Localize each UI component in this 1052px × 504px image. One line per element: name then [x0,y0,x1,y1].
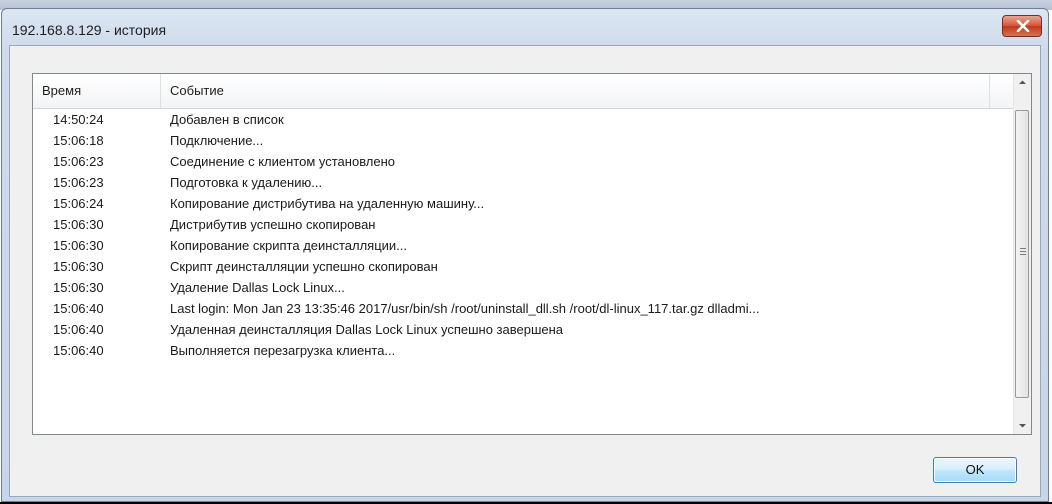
table-row[interactable]: 15:06:24 Копирование дистрибутива на удал… [33,193,1017,214]
row-time: 15:06:30 [53,259,104,274]
row-event: Добавлен в список [170,112,284,127]
arrow-down-icon [1019,424,1026,428]
row-time: 15:06:40 [53,301,104,316]
table-row[interactable]: 15:06:40 Выполняется перезагрузка клиента… [33,340,1017,361]
row-event: Выполняется перезагрузка клиента... [170,343,396,358]
table-row[interactable]: 15:06:18 Подключение... [33,130,1017,151]
window-title: 192.168.8.129 - история [12,22,167,38]
row-event: Скрипт деинсталляции успешно скопирован [170,259,438,274]
row-time: 15:06:24 [53,196,104,211]
history-dialog: 192.168.8.129 - история Время Событие 14… [1,8,1049,502]
row-time: 15:06:30 [53,217,104,232]
row-event: Копирование дистрибутива на удаленную ма… [170,196,485,211]
thumb-grip-line [1020,251,1026,252]
table-row[interactable]: 15:06:30 Дистрибутив успешно скопирован [33,214,1017,235]
arrow-up-icon [1019,80,1026,84]
list-header: Время Событие [33,74,1017,109]
close-icon [1016,20,1030,32]
scroll-up-button[interactable] [1014,74,1031,91]
vertical-scrollbar[interactable] [1013,74,1031,434]
table-row[interactable]: 15:06:30 Удаление Dallas Lock Linux... [33,277,1017,298]
thumb-grip-line [1020,254,1026,255]
table-row[interactable]: 15:06:40 Удаленная деинсталляция Dallas L… [33,319,1017,340]
row-time: 15:06:23 [53,175,104,190]
close-button[interactable] [1002,15,1042,37]
table-row[interactable]: 15:06:23 Соединение с клиентом установлен… [33,151,1017,172]
row-event: Подготовка к удалению... [170,175,323,190]
thumb-grip-line [1020,248,1026,249]
row-event: Last login: Mon Jan 23 13:35:46 2017/usr… [170,301,760,316]
ok-button[interactable]: OK [933,457,1017,483]
row-event: Дистрибутив успешно скопирован [170,217,376,232]
row-event: Подключение... [170,133,264,148]
history-list[interactable]: Время Событие 14:50:24 Добавлен в список 1… [32,73,1032,435]
column-header-time[interactable]: Время [33,74,161,108]
table-row[interactable]: 15:06:40 Last login: Mon Jan 23 13:35:46 … [33,298,1017,319]
title-bar[interactable]: 192.168.8.129 - история [2,9,1048,47]
row-time: 15:06:40 [53,343,104,358]
table-row[interactable]: 15:06:30 Копирование скрипта деинсталляци… [33,235,1017,256]
row-time: 15:06:40 [53,322,104,337]
list-rows: 14:50:24 Добавлен в список 15:06:18 Подключ… [33,109,1017,361]
row-time: 15:06:23 [53,154,104,169]
row-time: 14:50:24 [53,112,104,127]
row-time: 15:06:30 [53,280,104,295]
row-event: Копирование скрипта деинсталляции... [170,238,408,253]
row-event: Соединение с клиентом установлено [170,154,396,169]
table-row[interactable]: 14:50:24 Добавлен в список [33,109,1017,130]
table-row[interactable]: 15:06:23 Подготовка к удалению... [33,172,1017,193]
scroll-thumb[interactable] [1015,110,1029,398]
row-time: 15:06:18 [53,133,104,148]
table-row[interactable]: 15:06:30 Скрипт деинсталляции успешно ско… [33,256,1017,277]
row-event: Удаление Dallas Lock Linux... [170,280,345,295]
row-time: 15:06:30 [53,238,104,253]
scroll-down-button[interactable] [1014,417,1031,434]
column-header-event[interactable]: Событие [161,74,990,108]
dialog-client-area: Время Событие 14:50:24 Добавлен в список 1… [9,45,1041,497]
row-event: Удаленная деинсталляция Dallas Lock Linu… [170,322,564,337]
